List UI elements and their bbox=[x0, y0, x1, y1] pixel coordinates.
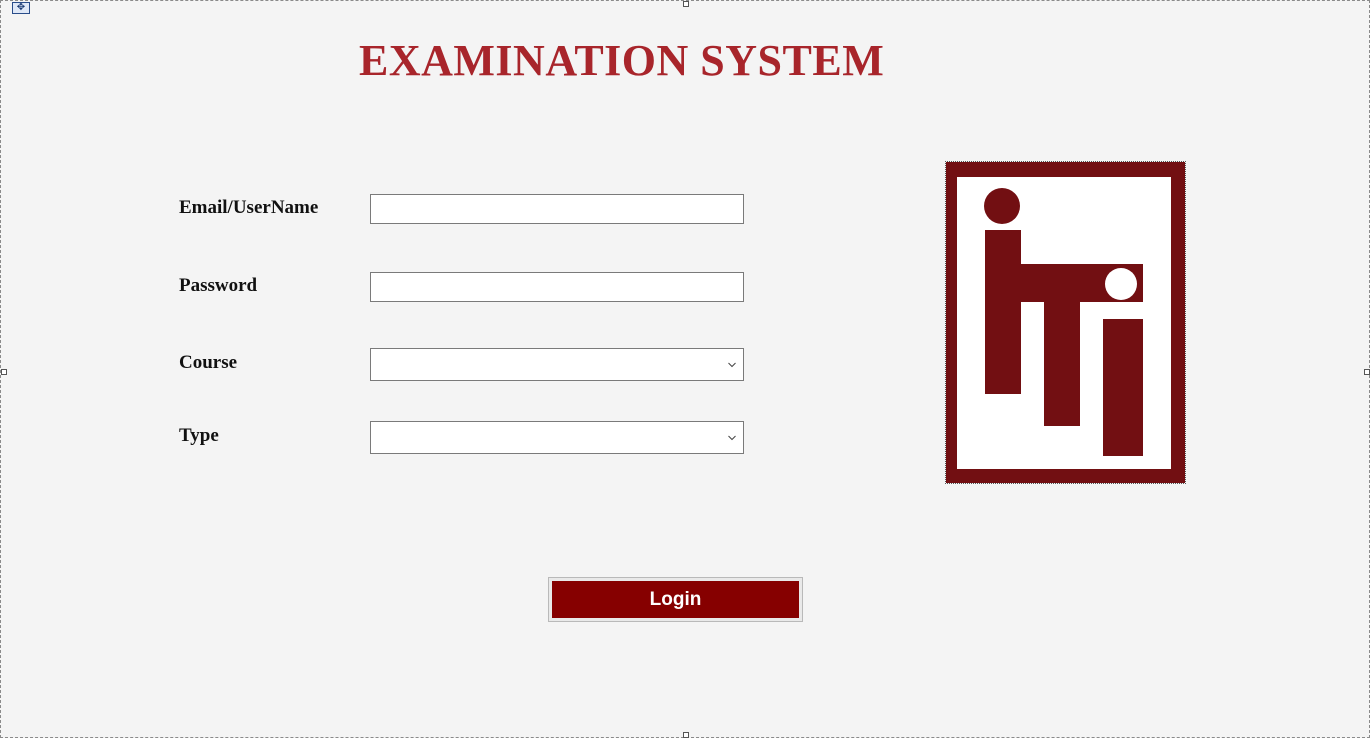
course-dropdown[interactable] bbox=[370, 348, 744, 381]
type-label: Type bbox=[179, 425, 219, 446]
page-title: EXAMINATION SYSTEM bbox=[359, 36, 885, 85]
chevron-down-icon bbox=[728, 435, 736, 441]
email-field[interactable] bbox=[370, 194, 744, 224]
iti-logo-image bbox=[946, 162, 1185, 483]
move-handle-icon[interactable]: ✥ bbox=[12, 2, 30, 14]
resize-grip-top[interactable] bbox=[683, 1, 689, 7]
course-label: Course bbox=[179, 352, 238, 373]
resize-grip-left[interactable] bbox=[1, 369, 7, 375]
resize-grip-right[interactable] bbox=[1364, 369, 1370, 375]
type-dropdown[interactable] bbox=[370, 421, 744, 454]
form-designer-canvas: ✥ EXAMINATION SYSTEM Email/UserName Pass… bbox=[0, 0, 1370, 738]
login-button[interactable]: Login bbox=[548, 577, 803, 622]
iti-logo bbox=[945, 161, 1186, 484]
email-label: Email/UserName bbox=[179, 197, 319, 218]
login-button-label: Login bbox=[552, 581, 799, 618]
chevron-down-icon bbox=[728, 362, 736, 368]
resize-grip-bottom[interactable] bbox=[683, 732, 689, 738]
password-label: Password bbox=[179, 275, 258, 296]
password-field[interactable] bbox=[370, 272, 744, 302]
